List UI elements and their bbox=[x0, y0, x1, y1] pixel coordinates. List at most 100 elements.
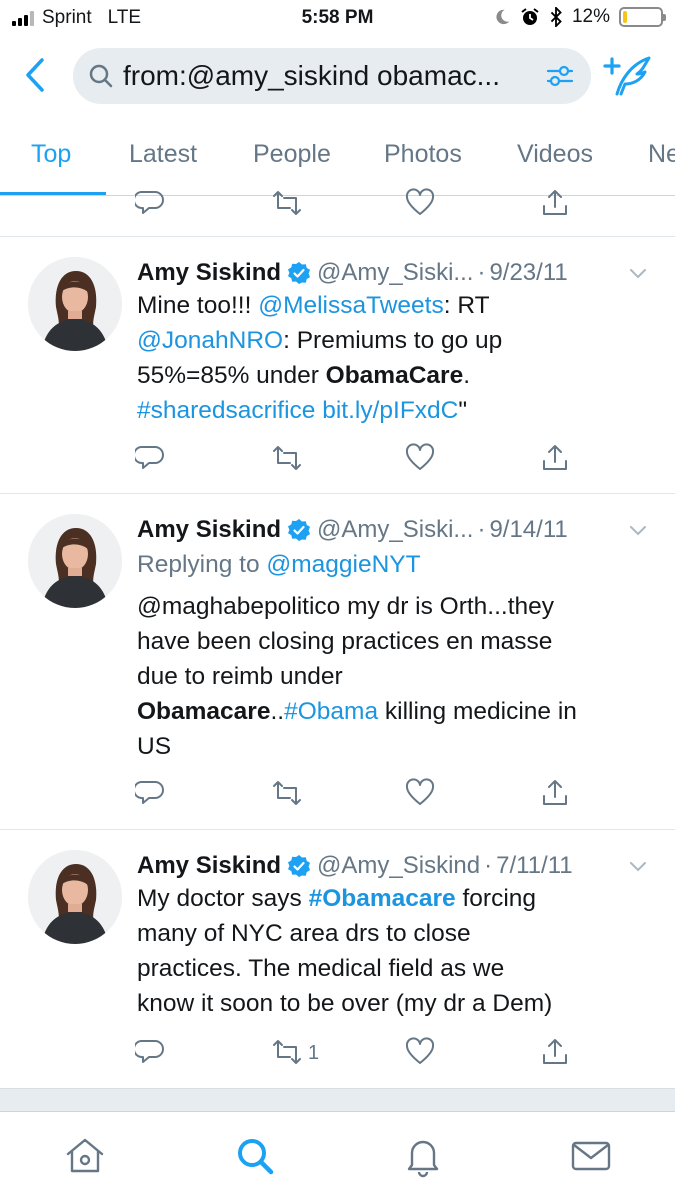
mention-link[interactable]: @maggieNYT bbox=[266, 551, 420, 578]
reply-icon bbox=[132, 446, 164, 469]
url-link[interactable]: bit.ly/pIFxdC bbox=[322, 397, 458, 424]
search-input[interactable]: from:@amy_siskind obamac... bbox=[73, 48, 591, 104]
retweet-button[interactable] bbox=[272, 188, 306, 222]
reply-button[interactable] bbox=[132, 188, 169, 222]
text-fragment: forcing bbox=[455, 885, 537, 912]
tab-people[interactable]: People bbox=[253, 140, 331, 169]
author-name[interactable]: Amy Siskind bbox=[137, 852, 281, 880]
tweet-item[interactable]: Amy Siskind @Amy_Siskind · 7/11/11 My do… bbox=[0, 829, 675, 1088]
share-icon bbox=[543, 1039, 567, 1064]
reply-icon bbox=[132, 191, 164, 214]
share-button[interactable] bbox=[540, 188, 574, 222]
text-fragment: Mine too!!! bbox=[137, 292, 259, 319]
search-icon bbox=[238, 1139, 274, 1175]
compose-tweet-button[interactable] bbox=[601, 52, 653, 98]
avatar[interactable] bbox=[28, 850, 122, 944]
share-button[interactable] bbox=[540, 778, 574, 812]
home-icon bbox=[66, 1138, 104, 1173]
nav-home[interactable] bbox=[63, 1134, 107, 1178]
like-button[interactable] bbox=[405, 443, 439, 477]
alarm-clock-icon bbox=[521, 8, 539, 25]
tweet-item[interactable]: Amy Siskind @Amy_Siski... · 9/23/11 Mine… bbox=[0, 236, 675, 493]
share-button[interactable] bbox=[540, 443, 574, 477]
author-handle[interactable]: @Amy_Siski... bbox=[317, 259, 473, 287]
tweet-date[interactable]: 7/11/11 bbox=[496, 852, 573, 880]
avatar[interactable] bbox=[28, 257, 122, 351]
like-button[interactable] bbox=[405, 778, 439, 812]
text-line: US bbox=[137, 733, 172, 760]
status-bar: Sprint LTE 5:58 PM 12% bbox=[0, 0, 675, 38]
chevron-down-icon[interactable] bbox=[627, 855, 649, 877]
retweet-button[interactable] bbox=[272, 778, 306, 812]
search-query[interactable]: from:@amy_siskind obamac... bbox=[123, 60, 535, 92]
chevron-down-icon[interactable] bbox=[627, 262, 649, 284]
reply-button[interactable] bbox=[132, 443, 169, 477]
text-line: due to reimb under bbox=[137, 663, 343, 690]
back-button[interactable] bbox=[18, 54, 54, 96]
text-fragment: killing medicine in bbox=[378, 698, 577, 725]
avatar[interactable] bbox=[28, 514, 122, 608]
retweet-button[interactable]: 1 bbox=[272, 1037, 319, 1071]
reply-icon bbox=[132, 1040, 164, 1063]
notifications-bell-icon bbox=[407, 1140, 439, 1178]
tab-latest[interactable]: Latest bbox=[129, 140, 197, 169]
author-handle[interactable]: @Amy_Siski... bbox=[317, 516, 473, 544]
like-button[interactable] bbox=[405, 1037, 439, 1071]
nav-notifications[interactable] bbox=[401, 1134, 445, 1178]
tweet-text: Replying to @maggieNYT @maghabepolitico … bbox=[137, 547, 653, 764]
author-name[interactable]: Amy Siskind bbox=[137, 259, 281, 287]
chevron-left-icon bbox=[26, 58, 44, 92]
tweet-text: My doctor says #Obamacare forcing many o… bbox=[137, 881, 653, 1021]
tweet-feed: Amy Siskind @Amy_Siski... · 9/23/11 Mine… bbox=[0, 188, 675, 1088]
heart-icon bbox=[405, 778, 435, 805]
tweet-date[interactable]: 9/23/11 bbox=[489, 259, 567, 287]
verified-badge-icon bbox=[288, 262, 311, 284]
mention-link[interactable]: @MelissaTweets bbox=[258, 292, 444, 319]
battery-level-fill bbox=[623, 11, 628, 23]
battery-icon bbox=[619, 7, 666, 27]
mention-link[interactable]: @JonahNRO bbox=[137, 327, 283, 354]
hashtag-link[interactable]: #Obama bbox=[284, 698, 378, 725]
share-button[interactable] bbox=[540, 1037, 574, 1071]
tweet-date[interactable]: 9/14/11 bbox=[489, 516, 567, 544]
author-handle[interactable]: @Amy_Siskind bbox=[317, 852, 480, 880]
separator-dot: · bbox=[484, 852, 493, 879]
tweet-item[interactable]: Amy Siskind @Amy_Siski... · 9/14/11 Repl… bbox=[0, 493, 675, 829]
author-name[interactable]: Amy Siskind bbox=[137, 516, 281, 544]
replying-to-line: Replying to @maggieNYT bbox=[137, 547, 653, 582]
bottom-tab-bar bbox=[0, 1111, 675, 1200]
tab-photos[interactable]: Photos bbox=[384, 140, 462, 169]
tweet-actions-previous bbox=[0, 188, 675, 236]
filter-icon[interactable] bbox=[543, 59, 577, 93]
heart-icon bbox=[405, 443, 435, 470]
feed-end-separator bbox=[0, 1088, 675, 1112]
hashtag-link[interactable]: #sharedsacrifice bbox=[137, 397, 315, 424]
tab-top[interactable]: Top bbox=[31, 140, 71, 169]
text-fragment: .. bbox=[270, 698, 285, 725]
hashtag-link[interactable]: #Obamacare bbox=[309, 885, 456, 912]
share-icon bbox=[543, 445, 567, 470]
do-not-disturb-moon-icon bbox=[496, 9, 510, 25]
reply-icon bbox=[132, 781, 164, 804]
tab-videos[interactable]: Videos bbox=[517, 140, 593, 169]
tweet-actions: 1 bbox=[0, 1037, 675, 1077]
reply-button[interactable] bbox=[132, 1037, 169, 1071]
nav-search[interactable] bbox=[233, 1134, 277, 1178]
text-line: know it soon to be over (my dr a Dem) bbox=[137, 990, 553, 1017]
retweet-button[interactable] bbox=[272, 443, 306, 477]
verified-badge-icon bbox=[288, 519, 311, 541]
text-line: have been closing practices en masse bbox=[137, 628, 553, 655]
like-button[interactable] bbox=[405, 188, 439, 222]
retweet-count: 1 bbox=[308, 1042, 320, 1064]
replying-to-label: Replying to bbox=[137, 551, 267, 578]
tab-news[interactable]: Ne bbox=[648, 140, 675, 169]
heart-icon bbox=[405, 1037, 435, 1064]
chevron-down-icon[interactable] bbox=[627, 519, 649, 541]
messages-envelope-icon bbox=[571, 1141, 611, 1171]
highlighted-term: Obamacare bbox=[137, 698, 271, 725]
tweet-text: Mine too!!! @MelissaTweets: RT @JonahNRO… bbox=[137, 288, 653, 428]
profile-photo-image bbox=[28, 514, 122, 608]
reply-button[interactable] bbox=[132, 778, 169, 812]
search-icon bbox=[89, 64, 113, 88]
nav-messages[interactable] bbox=[569, 1134, 613, 1178]
